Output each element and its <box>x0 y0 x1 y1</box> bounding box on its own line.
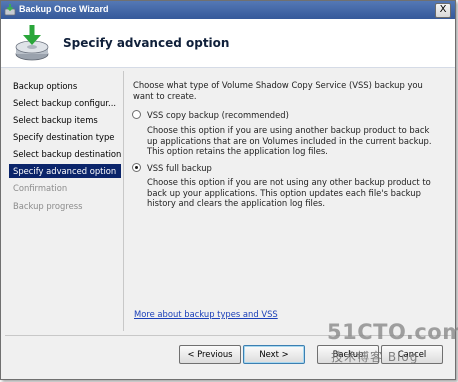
nav-step-backup-progress: Backup progress <box>13 201 83 211</box>
vss-copy-label[interactable]: VSS copy backup (recommended) <box>147 109 289 121</box>
wizard-steps-nav: Backup options Select backup configur...… <box>5 73 123 359</box>
nav-step-specify-advanced-option[interactable]: Specify advanced option <box>9 164 121 178</box>
nav-step-select-backup-configuration[interactable]: Select backup configur... <box>9 96 121 110</box>
vss-copy-radio[interactable] <box>132 110 141 119</box>
next-button[interactable]: Next > <box>243 345 305 364</box>
watermark-sub-text: 技术博客 Blog <box>331 350 419 364</box>
site-watermark: 51CTO.com 技术博客 Blog <box>317 320 458 378</box>
watermark-main-text: 51CTO.com <box>327 320 458 344</box>
backup-disk-icon <box>15 25 49 61</box>
nav-step-confirmation: Confirmation <box>13 183 68 193</box>
nav-step-select-backup-destination[interactable]: Select backup destination <box>9 147 121 161</box>
previous-button[interactable]: < Previous <box>179 345 241 364</box>
nav-step-specify-destination-type[interactable]: Specify destination type <box>9 130 121 144</box>
vss-full-description: Choose this option if you are not using … <box>147 177 431 208</box>
title-bar: Backup Once Wizard X <box>1 1 455 19</box>
intro-text: Choose what type of Volume Shadow Copy S… <box>133 80 423 101</box>
content-panel: Choose what type of Volume Shadow Copy S… <box>123 71 452 331</box>
vss-full-label[interactable]: VSS full backup <box>147 162 212 174</box>
close-button[interactable]: X <box>435 3 451 18</box>
window-title: Backup Once Wizard <box>19 4 109 14</box>
vss-copy-description: Choose this option if you are using anot… <box>147 125 432 156</box>
backup-app-icon <box>4 4 16 16</box>
nav-step-backup-options[interactable]: Backup options <box>9 79 121 93</box>
nav-step-select-backup-items[interactable]: Select backup items <box>9 113 121 127</box>
wizard-window: Backup Once Wizard X Specify advanced op… <box>0 0 458 380</box>
wizard-header: Specify advanced option <box>1 19 455 68</box>
page-title: Specify advanced option <box>63 36 230 50</box>
vss-full-radio[interactable] <box>132 163 141 172</box>
more-about-vss-link[interactable]: More about backup types and VSS <box>134 309 278 319</box>
